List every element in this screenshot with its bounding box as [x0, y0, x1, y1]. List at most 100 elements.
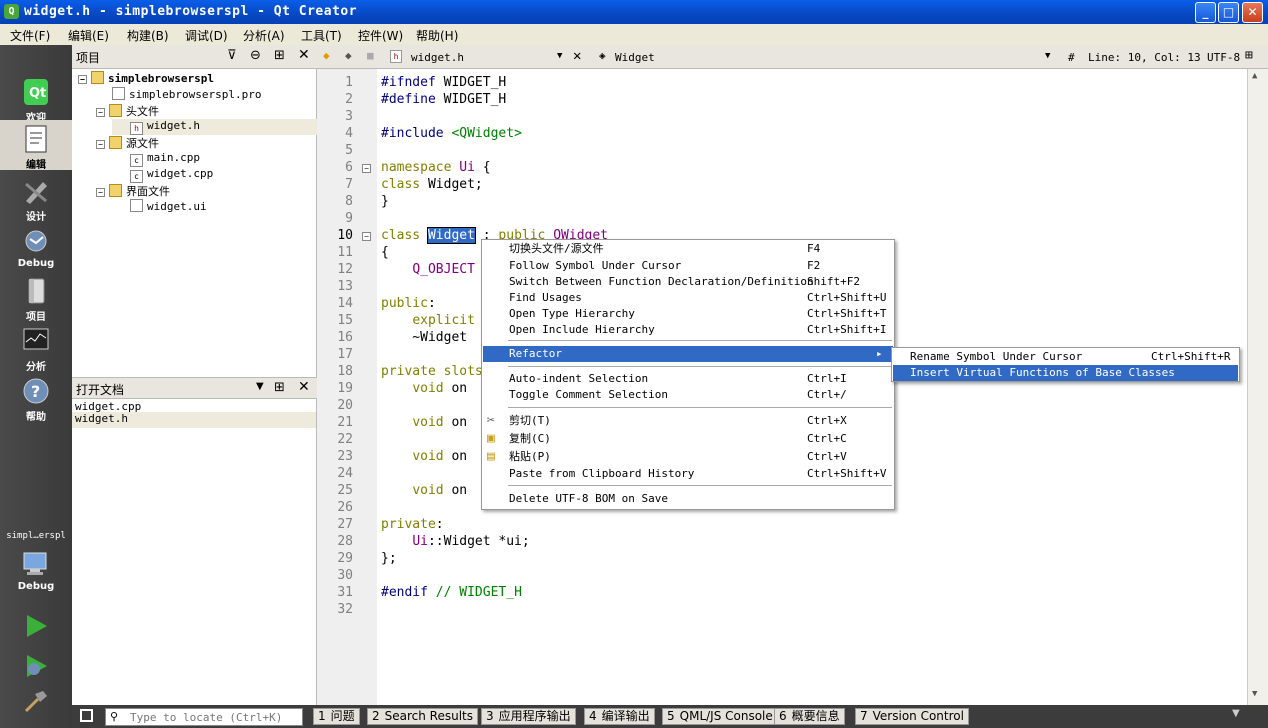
split-icon[interactable]: ⊞	[274, 380, 285, 395]
tree-item-widget-cpp[interactable]: c widget.cpp	[130, 167, 213, 183]
open-doc-item[interactable]: widget.h	[72, 412, 316, 428]
menu-item-label: 粘贴(P)	[509, 450, 551, 463]
current-file-name[interactable]: widget.h	[411, 51, 464, 64]
line-number: 16	[337, 330, 353, 345]
menu-item-shortcut: F2	[807, 259, 821, 272]
context-menu-item[interactable]: Open Include Hierarchy Ctrl+Shift+I	[483, 322, 893, 338]
mode-analyze[interactable]: 分析	[0, 322, 72, 373]
context-menu-item[interactable]: Refactor ▸	[483, 346, 893, 362]
mode-edit[interactable]: 编辑	[0, 120, 72, 171]
menu-widgets[interactable]: 控件(W)	[358, 27, 403, 44]
context-menu-item[interactable]: Switch Between Function Declaration/Defi…	[483, 274, 893, 290]
run-button[interactable]	[23, 613, 49, 642]
back-arrow-icon[interactable]: ◆	[323, 49, 330, 62]
dropdown-icon[interactable]: ▼	[256, 381, 264, 392]
minimize-button[interactable]: _	[1195, 2, 1216, 23]
submenu-item[interactable]: Insert Virtual Functions of Base Classes	[893, 365, 1238, 381]
menu-file[interactable]: 文件(F)	[10, 27, 50, 44]
encoding-label[interactable]: UTF-8	[1207, 51, 1240, 64]
tree-item-pro[interactable]: simplebrowserspl.pro	[112, 87, 261, 103]
context-menu-item[interactable]: Find Usages Ctrl+Shift+U	[483, 290, 893, 306]
build-button[interactable]	[23, 688, 49, 717]
context-menu-item[interactable]: 剪切(T) Ctrl+X ✂	[483, 413, 893, 429]
context-menu-item[interactable]: Delete UTF-8 BOM on Save	[483, 491, 893, 507]
symbol-dropdown-icon[interactable]: ▼	[1045, 51, 1050, 61]
code-line: public:	[381, 296, 436, 311]
mode-help[interactable]: ? 帮助	[0, 372, 72, 423]
output-pane-tab[interactable]: 1 问题	[313, 708, 360, 725]
tree-item-headers[interactable]: − 头文件	[96, 103, 159, 119]
debug-run-button[interactable]	[23, 653, 49, 682]
menu-item-shortcut: Ctrl+C	[807, 432, 847, 445]
mode-welcome[interactable]: Qt 欢迎	[0, 73, 72, 124]
menu-debug[interactable]: 调试(D)	[185, 27, 228, 44]
context-menu-item[interactable]: 切换头文件/源文件 F4	[483, 241, 893, 257]
locator-input[interactable]: ⚲ Type to locate (Ctrl+K)	[105, 708, 303, 726]
context-menu-item[interactable]: 粘贴(P) Ctrl+V ▤	[483, 449, 893, 465]
mode-debug[interactable]: Debug	[0, 222, 72, 272]
tree-item-forms[interactable]: − 界面文件	[96, 183, 170, 199]
output-pane-tab[interactable]: 2 Search Results	[367, 708, 479, 725]
window-title: widget.h - simplebrowserspl - Qt Creator	[24, 4, 358, 19]
context-menu-item[interactable]: Toggle Comment Selection Ctrl+/	[483, 387, 893, 403]
split-editor-icon[interactable]: ⊞	[1245, 48, 1253, 63]
tree-item-sources[interactable]: − 源文件	[96, 135, 159, 151]
tree-item-project[interactable]: − simplebrowserspl	[78, 71, 214, 87]
submenu-item[interactable]: Rename Symbol Under Cursor Ctrl+Shift+R	[893, 349, 1238, 365]
context-menu-item[interactable]: Paste from Clipboard History Ctrl+Shift+V	[483, 466, 893, 482]
close-panel-icon[interactable]: ✕	[298, 47, 310, 63]
menu-help[interactable]: 帮助(H)	[416, 27, 458, 44]
target-project-label: simpl…erspl	[6, 531, 66, 541]
menu-build[interactable]: 构建(B)	[127, 27, 169, 44]
line-number: 19	[337, 381, 353, 396]
output-pane-tab[interactable]: 4 编译输出	[584, 708, 655, 725]
context-menu-item[interactable]: Follow Symbol Under Cursor F2	[483, 258, 893, 274]
target-selector[interactable]: Debug	[0, 545, 72, 595]
scroll-up-icon[interactable]: ▲	[1252, 71, 1257, 81]
menu-separator	[508, 366, 892, 367]
collapse-icon[interactable]: −	[78, 75, 87, 84]
context-menu-item[interactable]: Auto-indent Selection Ctrl+I	[483, 371, 893, 387]
maximize-button[interactable]: □	[1218, 2, 1239, 23]
close-panel-icon[interactable]: ✕	[298, 379, 310, 395]
file-dropdown-icon[interactable]: ▼	[557, 51, 562, 61]
fold-marker-icon[interactable]: −	[362, 232, 371, 241]
collapse-icon[interactable]: −	[96, 140, 105, 149]
tree-item-main-cpp[interactable]: c main.cpp	[130, 151, 200, 167]
line-number: 25	[337, 483, 353, 498]
tree-item-widget-h[interactable]: h widget.h	[112, 119, 317, 135]
output-pane-tab[interactable]: 5 QML/JS Console	[662, 708, 778, 725]
filter-icon[interactable]: ⊽	[227, 48, 237, 63]
scroll-down-icon[interactable]: ▼	[1252, 689, 1257, 699]
collapse-icon[interactable]: −	[96, 108, 105, 117]
line-number: 10	[337, 228, 353, 243]
help-question-icon: ?	[23, 378, 49, 404]
mode-projects[interactable]: 项目	[0, 272, 72, 323]
toggle-sidebar-icon[interactable]	[80, 709, 93, 722]
menu-item-label: 切换头文件/源文件	[509, 242, 604, 255]
vertical-scrollbar[interactable]: ▲ ▼	[1247, 69, 1268, 705]
code-line: explicit	[412, 313, 475, 328]
menu-edit[interactable]: 编辑(E)	[68, 27, 109, 44]
output-pane-tab[interactable]: 3 应用程序输出	[481, 708, 576, 725]
symbol-selector[interactable]: Widget	[615, 51, 655, 64]
output-pane-tab[interactable]: 6 概要信息	[774, 708, 845, 725]
context-menu-item[interactable]: 复制(C) Ctrl+C ▣	[483, 431, 893, 447]
close-button[interactable]: ✕	[1242, 2, 1263, 23]
menu-separator	[508, 340, 892, 341]
link-icon[interactable]: ⊖	[250, 48, 261, 63]
split-icon[interactable]: ⊞	[274, 48, 285, 63]
output-pane-tab[interactable]: 7 Version Control	[855, 708, 969, 725]
menu-item-shortcut: Ctrl+Shift+U	[807, 291, 887, 304]
forward-arrow-icon[interactable]: ◆	[345, 49, 352, 62]
panel-dropdown-icon[interactable]: ▼	[1232, 708, 1240, 719]
fold-marker-icon[interactable]: −	[362, 164, 371, 173]
tree-item-widget-ui[interactable]: widget.ui	[130, 199, 207, 215]
collapse-icon[interactable]: −	[96, 188, 105, 197]
close-file-icon[interactable]: ✕	[573, 48, 581, 64]
mode-design[interactable]: 设计	[0, 172, 72, 223]
menu-tools[interactable]: 工具(T)	[301, 27, 342, 44]
menu-analyze[interactable]: 分析(A)	[243, 27, 285, 44]
context-menu-item[interactable]: Open Type Hierarchy Ctrl+Shift+T	[483, 306, 893, 322]
lock-icon[interactable]: ■	[367, 49, 374, 62]
